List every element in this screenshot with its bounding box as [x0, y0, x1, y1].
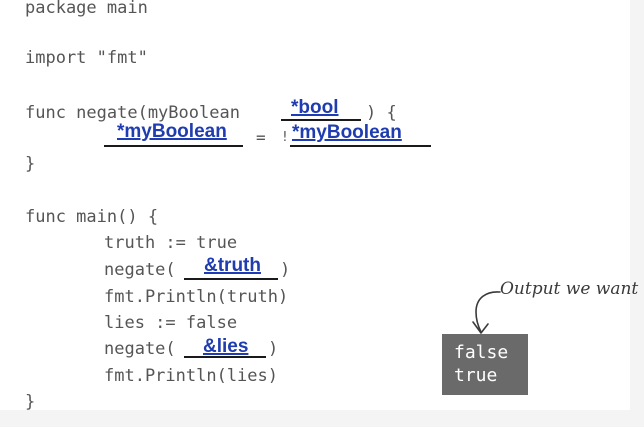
- code-line-import: import "fmt": [25, 48, 148, 68]
- assign-operator: =: [256, 128, 266, 147]
- not-operator: !: [281, 130, 289, 145]
- answer-arg-lies: &lies: [203, 336, 249, 357]
- code-line-truth: truth := true: [104, 233, 238, 253]
- page: package main import "fmt" func negate(my…: [0, 0, 644, 427]
- code-func-negate-suffix: ) {: [366, 103, 397, 123]
- output-line-2: true: [454, 365, 498, 386]
- code-line-package: package main: [25, 0, 148, 18]
- output-line-1: false: [454, 342, 509, 363]
- program-output-box: false true: [442, 334, 528, 395]
- answer-arg-truth: &truth: [204, 255, 261, 276]
- code-line-lies: lies := false: [104, 313, 238, 333]
- answer-rhs: *myBoolean: [292, 122, 402, 143]
- output-annotation: Output we want: [500, 279, 639, 299]
- answer-lhs: *myBoolean: [117, 121, 227, 142]
- code-func-negate-prefix: func negate(myBoolean: [25, 103, 251, 123]
- code-println-lies: fmt.Println(lies): [104, 366, 278, 386]
- code-negate-call-truth-suffix: ): [280, 260, 291, 280]
- code-close-brace-main: }: [25, 392, 36, 412]
- code-println-truth: fmt.Println(truth): [104, 287, 289, 307]
- answer-param-type: *bool: [291, 97, 339, 118]
- code-negate-call-lies-prefix: negate(: [104, 339, 176, 359]
- curved-arrow-icon: [472, 291, 501, 334]
- code-exercise-sheet: package main import "fmt" func negate(my…: [0, 0, 638, 412]
- code-negate-call-truth-prefix: negate(: [104, 260, 176, 280]
- code-close-brace-negate: }: [25, 154, 36, 174]
- code-negate-call-lies-suffix: ): [268, 339, 279, 359]
- code-func-main: func main() {: [25, 207, 159, 227]
